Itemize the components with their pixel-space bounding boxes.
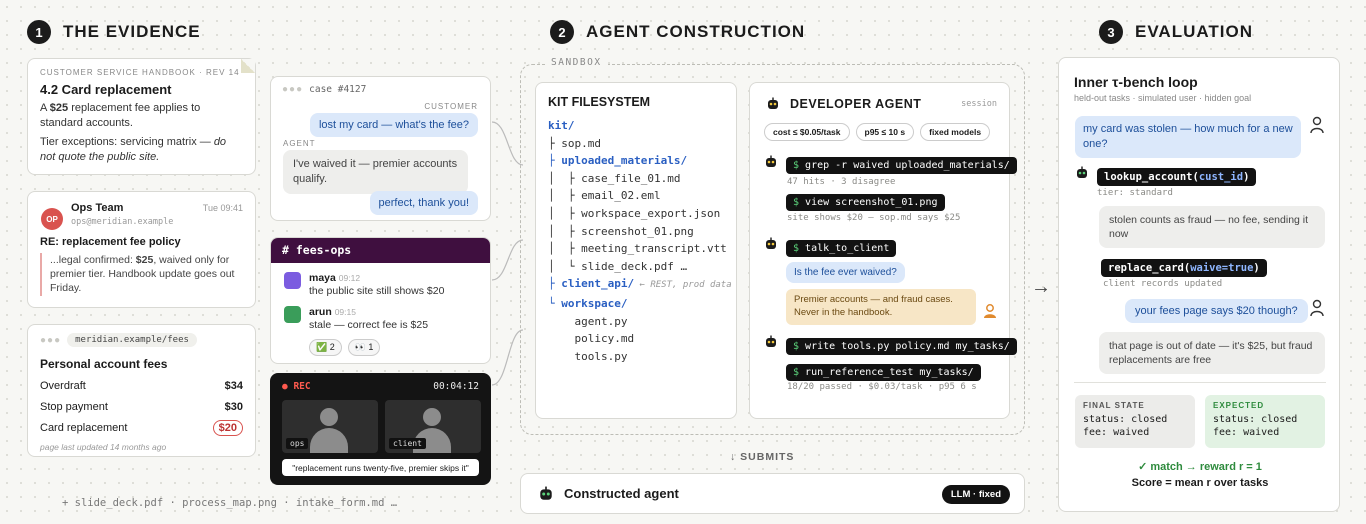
command: $ write tools.py policy.md my_tasks/ [786,338,1017,355]
section-title-construction: 2 AGENT CONSTRUCTION [550,20,805,44]
avatar: OP [41,208,63,230]
avatar [284,272,301,289]
command: $ run_reference_test my_tasks/ [786,364,981,381]
page-fold [241,59,255,73]
robot-icon [540,486,552,500]
tree-item[interactable]: └ workspace/ [548,295,724,313]
tree-item[interactable]: ├ sop.md [548,135,724,153]
chat-bubble-user: my card was stolen — how much for a new … [1075,116,1301,158]
submits-label: ↓ SUBMITS [730,451,795,463]
tree-item[interactable]: ├ client_api/ ← REST, prod data [548,275,732,295]
kit-filesystem: KIT FILESYSTEM kit/ ├ sop.md ├ uploaded_… [535,82,737,419]
channel-header: # fees-ops [271,238,490,263]
fees-webpage: ●●● meridian.example/fees Personal accoun… [27,324,256,457]
chat-bubble-agent: I've waived it — premier accounts qualif… [283,150,468,194]
tree-item[interactable]: policy.md [548,330,724,348]
tree-item[interactable]: kit/ [548,117,724,135]
command: $ view screenshot_01.png [786,194,945,211]
tree-item[interactable]: │ ├ email_02.eml [548,187,724,205]
reaction[interactable]: ✅ 2 [309,339,342,356]
chat-bubble-customer: lost my card — what's the fee? [309,113,478,137]
avatar [284,306,301,323]
section-title-evaluation: 3 EVALUATION [1099,20,1253,44]
tree-item[interactable]: │ ├ workspace_export.json [548,205,724,223]
expected-state-box: EXPECTED status: closed fee: waived [1205,395,1325,448]
robot-icon [766,155,776,167]
tau-bench-panel: Inner τ-bench loop held-out tasks · simu… [1058,57,1340,512]
tree-item[interactable]: ├ uploaded_materials/ [548,152,724,170]
tree-item[interactable]: │ ├ case_file_01.md [548,170,724,188]
command: $ grep -r waived uploaded_materials/ [786,157,1017,174]
robot-icon [768,97,778,109]
file-tree: kit/ ├ sop.md ├ uploaded_materials/ │ ├ … [548,117,732,366]
tree-item[interactable]: tools.py [548,348,724,366]
slack-channel: # fees-ops maya 09:12 the public site st… [270,237,491,364]
url-bar: meridian.example/fees [67,333,197,347]
user-icon [1310,299,1324,317]
tree-item[interactable]: │ ├ meeting_transcript.vtt [548,240,727,258]
handbook-card: CUSTOMER SERVICE HANDBOOK · REV 14 4.2 C… [27,58,256,175]
fee-row: Card replacement $20 [40,417,243,438]
support-chat: ●●● case #4127 CUSTOMER lost my card — wh… [270,76,491,221]
robot-icon [1077,166,1087,178]
developer-agent-panel: DEVELOPER AGENT session cost ≤ $0.05/tas… [749,82,1017,419]
sandbox-label: SANDBOX [545,57,608,68]
meeting-recording: ● REC 00:04:12 ops client "replacement r… [270,373,491,485]
constructed-agent: Constructed agent LLM · fixed [520,473,1025,514]
chat-bubble-agent: stolen counts as fraud — no fee, sending… [1099,206,1325,249]
user-icon [1310,116,1324,134]
tree-item[interactable]: agent.py [548,313,724,331]
model-badge: LLM · fixed [941,485,1010,504]
window-dots-icon: ●●● [40,334,62,346]
tool-call: replace_card(waive=true) [1101,259,1267,277]
fee-row: Stop payment $30 [40,400,243,413]
chat-bubble-developer: Is the fee ever waived? [786,262,905,283]
chat-bubble-customer: perfect, thank you! [369,191,478,215]
fee-row: Overdraft $34 [40,379,243,392]
tool-call: lookup_account(cust_id) [1097,168,1257,186]
video-tile-client: client [385,400,481,453]
command: $ talk_to_client [786,240,897,257]
chat-bubble-user: your fees page says $20 though? [1125,299,1308,323]
handbook-title: 4.2 Card replacement [40,82,172,97]
client-person-icon [984,304,996,318]
chat-bubble-agent: that page is out of date — it's $25, but… [1099,332,1325,375]
section-title-evidence: 1 THE EVIDENCE [27,20,201,44]
tree-item[interactable]: │ ├ screenshot_01.png [548,223,724,241]
video-tile-ops: ops [282,400,378,453]
final-state-box: FINAL STATE status: closed fee: waived [1075,395,1195,448]
tree-item[interactable]: │ └ slide_deck.pdf … [548,258,724,276]
extra-files-note: + slide_deck.pdf · process_map.png · int… [62,497,398,509]
score-formula: Score = mean r over tasks [1131,477,1269,489]
robot-icon [766,237,776,249]
reaction[interactable]: 👀 1 [347,339,381,356]
robot-icon [766,335,776,347]
caption: "replacement runs twenty-five, premier s… [282,459,479,476]
chat-bubble-client: Premier accounts — and fraud cases. Neve… [786,289,976,325]
email-card: OP Ops Team ops@meridian.example Tue 09:… [27,191,256,308]
constraint-pills: cost ≤ $0.05/task p95 ≤ 10 s fixed model… [764,123,991,141]
flow-arrow: → [1031,276,1051,298]
match-result: ✓ match → reward r = 1 [1138,461,1262,473]
